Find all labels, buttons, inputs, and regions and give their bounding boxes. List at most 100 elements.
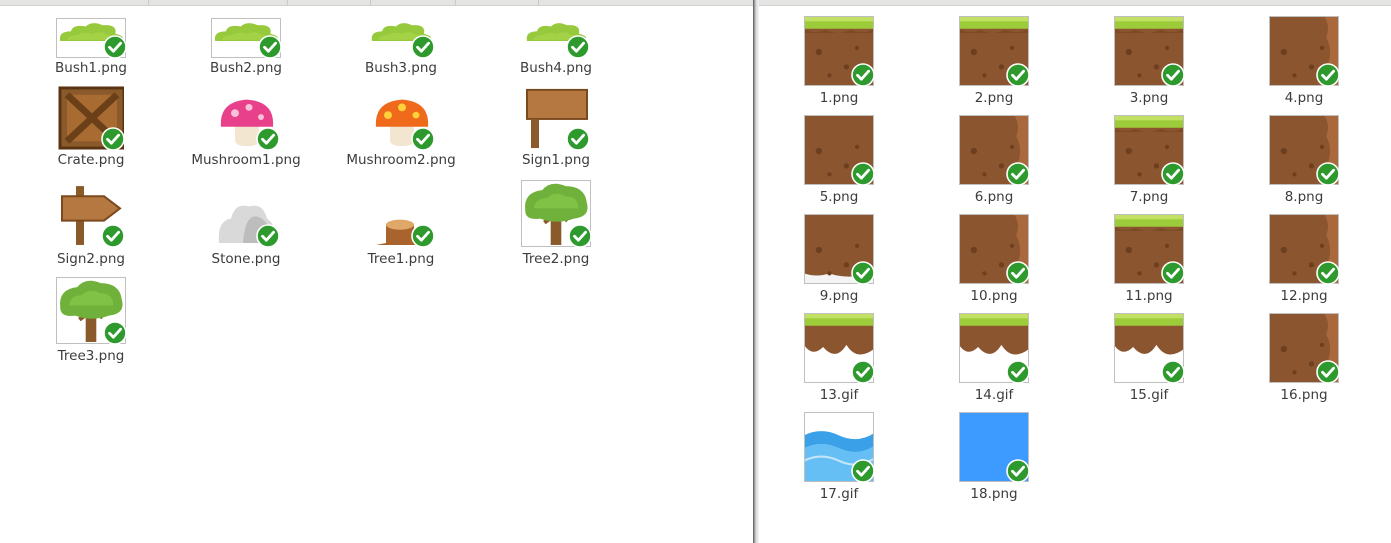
file-name-label: 1.png (819, 90, 859, 106)
file-name-label: 15.gif (1129, 387, 1169, 403)
mushroom-pink-icon (186, 86, 306, 152)
file-item[interactable]: Mushroom2.png (341, 86, 461, 170)
file-name-label: 13.gif (819, 387, 859, 403)
file-name-label: 18.png (970, 486, 1018, 502)
file-item[interactable]: Mushroom1.png (186, 86, 306, 170)
ground-tile-edge-icon (1244, 313, 1364, 383)
ground-tile-edge-icon (1244, 115, 1364, 185)
synced-checkmark-emblem-icon (1005, 161, 1031, 191)
file-item[interactable]: Tree3.png (31, 277, 151, 366)
file-item[interactable]: 9.png (779, 214, 899, 306)
synced-checkmark-emblem-icon (850, 161, 876, 191)
synced-checkmark-emblem-icon (100, 223, 126, 253)
stone-icon (186, 180, 306, 246)
file-item[interactable]: Bush4.png (496, 18, 616, 78)
tree-stump-icon (341, 180, 461, 246)
file-item[interactable]: Tree2.png (496, 180, 616, 269)
file-name-label: Bush1.png (55, 60, 127, 76)
file-item[interactable]: 7.png (1089, 115, 1209, 207)
synced-checkmark-emblem-icon (1315, 260, 1341, 290)
synced-checkmark-emblem-icon (102, 320, 128, 350)
synced-checkmark-emblem-icon (567, 223, 593, 253)
file-name-label: Bush2.png (210, 60, 282, 76)
signboard-icon (496, 86, 616, 152)
file-name-label: Tree2.png (522, 251, 590, 267)
file-item[interactable]: 4.png (1244, 16, 1364, 108)
synced-checkmark-emblem-icon (1005, 359, 1031, 389)
synced-checkmark-emblem-icon (1315, 62, 1341, 92)
file-item[interactable]: Bush1.png (31, 18, 151, 78)
ground-tile-grass-icon (1089, 16, 1209, 86)
file-name-label: 12.png (1280, 288, 1328, 304)
synced-checkmark-emblem-icon (1005, 458, 1031, 488)
file-item[interactable]: Bush3.png (341, 18, 461, 78)
file-name-label: 4.png (1284, 90, 1324, 106)
synced-checkmark-emblem-icon (255, 223, 281, 253)
file-name-label: 3.png (1129, 90, 1169, 106)
synced-checkmark-emblem-icon (1160, 359, 1186, 389)
ground-tile-edge-icon (1244, 16, 1364, 86)
file-name-label: 6.png (974, 189, 1014, 205)
tree-icon (31, 277, 151, 344)
file-name-label: Crate.png (57, 152, 125, 168)
floating-ledge-icon (934, 313, 1054, 383)
file-item[interactable]: 18.png (934, 412, 1054, 504)
file-item[interactable]: Crate.png (31, 86, 151, 170)
ground-tile-grass-icon (779, 16, 899, 86)
file-name-label: Sign1.png (521, 152, 591, 168)
file-name-label: 8.png (1284, 189, 1324, 205)
file-item[interactable]: Tree1.png (341, 180, 461, 269)
file-item[interactable]: Sign1.png (496, 86, 616, 170)
file-name-label: Mushroom2.png (346, 152, 456, 168)
ground-tile-grass-icon (1089, 115, 1209, 185)
file-name-label: 17.gif (819, 486, 859, 502)
file-name-label: 10.png (970, 288, 1018, 304)
window-divider-shadow (753, 0, 759, 543)
ground-tile-edge-icon (934, 115, 1054, 185)
file-item[interactable]: Sign2.png (31, 180, 151, 269)
file-item[interactable]: 16.png (1244, 313, 1364, 405)
ground-tile-edge-icon (934, 214, 1054, 284)
synced-checkmark-emblem-icon (850, 260, 876, 290)
file-name-label: 14.gif (974, 387, 1014, 403)
file-item[interactable]: 11.png (1089, 214, 1209, 306)
file-item[interactable]: 15.gif (1089, 313, 1209, 405)
file-name-label: 16.png (1280, 387, 1328, 403)
file-name-label: Tree1.png (367, 251, 435, 267)
synced-checkmark-emblem-icon (850, 359, 876, 389)
file-item[interactable]: 12.png (1244, 214, 1364, 306)
synced-checkmark-emblem-icon (1315, 161, 1341, 191)
file-name-label: Mushroom1.png (191, 152, 301, 168)
file-name-label: Bush3.png (365, 60, 437, 76)
ground-tile-bottom-icon (779, 214, 899, 284)
file-item[interactable]: Bush2.png (186, 18, 306, 78)
ground-tile-edge-icon (1244, 214, 1364, 284)
ground-tile-dirt-icon (779, 115, 899, 185)
file-name-label: 7.png (1129, 189, 1169, 205)
file-item[interactable]: 14.gif (934, 313, 1054, 405)
file-item[interactable]: Stone.png (186, 180, 306, 269)
crate-icon (31, 86, 151, 152)
file-item[interactable]: 2.png (934, 16, 1054, 108)
tree-icon (496, 180, 616, 247)
file-item[interactable]: 13.gif (779, 313, 899, 405)
file-item[interactable]: 5.png (779, 115, 899, 207)
file-name-label: Stone.png (211, 251, 281, 267)
synced-checkmark-emblem-icon (1160, 260, 1186, 290)
synced-checkmark-emblem-icon (1160, 161, 1186, 191)
right-file-manager-pane: 1.png 2.png 3.png 4.png 5.png 6.png 7.pn… (753, 0, 1391, 543)
file-name-label: 11.png (1125, 288, 1173, 304)
file-item[interactable]: 1.png (779, 16, 899, 108)
synced-checkmark-emblem-icon (1160, 62, 1186, 92)
water-tile-icon (779, 412, 899, 482)
synced-checkmark-emblem-icon (1005, 260, 1031, 290)
file-item[interactable]: 8.png (1244, 115, 1364, 207)
file-item[interactable]: 17.gif (779, 412, 899, 504)
arrow-sign-icon (31, 180, 151, 246)
ground-tile-grass-icon (934, 16, 1054, 86)
file-item[interactable]: 10.png (934, 214, 1054, 306)
file-item[interactable]: 3.png (1089, 16, 1209, 108)
file-item[interactable]: 6.png (934, 115, 1054, 207)
file-name-label: 9.png (819, 288, 859, 304)
left-window-toolbar-edge (0, 0, 753, 6)
